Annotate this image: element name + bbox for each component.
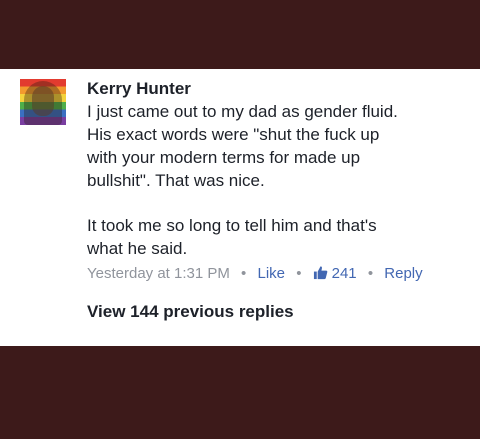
comment-text-paragraph-2: It took me so long to tell him and that'… xyxy=(87,216,377,258)
separator-dot: • xyxy=(367,265,374,282)
comment-content: Kerry Hunter I just came out to my dad a… xyxy=(87,78,467,323)
thumbs-up-icon xyxy=(313,265,328,287)
comment-card: Kerry Hunter I just came out to my dad a… xyxy=(0,69,480,346)
like-count[interactable]: 241 xyxy=(332,265,357,282)
comment-author[interactable]: Kerry Hunter xyxy=(87,78,467,100)
avatar[interactable] xyxy=(20,79,66,125)
avatar-face xyxy=(32,86,54,116)
like-link[interactable]: Like xyxy=(257,265,285,282)
comment-timestamp[interactable]: Yesterday at 1:31 PM xyxy=(87,265,230,282)
separator-dot: • xyxy=(241,265,247,282)
separator-dot: • xyxy=(296,265,302,282)
comment-text-paragraph-1: I just came out to my dad as gender flui… xyxy=(87,102,398,190)
view-previous-replies-link[interactable]: View 144 previous replies xyxy=(87,301,467,323)
comment-meta: Yesterday at 1:31 PM • Like • 241 • Repl… xyxy=(87,263,467,287)
reply-link[interactable]: Reply xyxy=(384,265,422,282)
